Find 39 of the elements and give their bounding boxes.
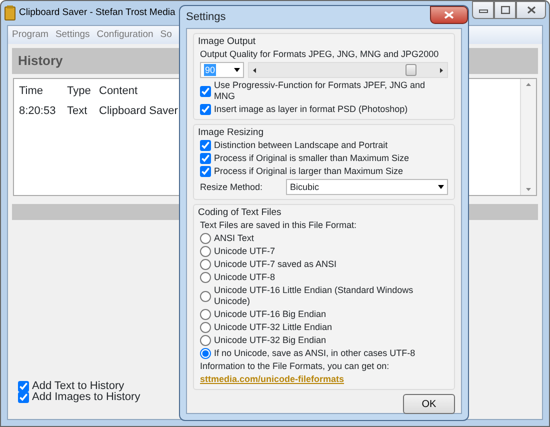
- option-label: Unicode UTF-7: [214, 246, 276, 257]
- column-header[interactable]: Type: [67, 82, 99, 100]
- menu-item[interactable]: Program: [9, 28, 52, 42]
- table-cell-text: Clipboard Saver: [99, 104, 178, 120]
- option-label: Unicode UTF-16 Big Endian: [214, 309, 326, 320]
- resize-method-dropdown[interactable]: Bicubic: [286, 179, 448, 195]
- option-label: Use Progressiv-Function for Formats JPEF, JNG and MNG: [214, 80, 426, 102]
- option-label: Unicode UTF-8: [214, 272, 276, 283]
- option-label: Unicode UTF-16 Little Endian (Standard Windows Unicode): [214, 285, 414, 307]
- option-label: Unicode UTF-32 Big Endian: [214, 335, 326, 346]
- prompt-text: Text Files are saved in this File Format:: [200, 220, 358, 231]
- option-label: Unicode UTF-7 saved as ANSI: [214, 259, 337, 270]
- option-label: ANSI Text: [214, 233, 254, 244]
- option-label: Distinction between Landscape and Portrait: [214, 140, 388, 151]
- quality-dropdown[interactable]: 90: [200, 62, 244, 78]
- option-label: Process if Original is smaller than Maximum Size: [214, 153, 410, 164]
- link[interactable]: sttmedia.com/unicode-fileformats: [200, 374, 344, 385]
- group-title: Image Resizing: [198, 127, 264, 138]
- table-cell-text: Text: [67, 104, 88, 120]
- column-header[interactable]: Time: [19, 82, 67, 100]
- option-label: Insert image as layer in format PSD (Photoshop): [214, 104, 408, 115]
- field-label: Resize Method:: [200, 182, 264, 192]
- dialog-title: Settings: [186, 12, 226, 22]
- field-label: Output Quality for Formats JPEG, JNG, MNG and JPG2000: [200, 49, 440, 60]
- option-label: Process if Original is larger than Maximum Size: [214, 166, 404, 177]
- group-title: Image Output: [198, 36, 257, 47]
- menu-item[interactable]: Settings: [52, 28, 93, 42]
- menu-item[interactable]: So: [157, 28, 175, 42]
- info-text: Information to the File Formats, you can get on:: [200, 361, 390, 372]
- option-label: Unicode UTF-32 Little Endian: [214, 322, 332, 333]
- column-header[interactable]: Content: [99, 82, 138, 100]
- option-label: Add Text to History: [32, 381, 124, 392]
- window-title: Clipboard Saver - Stefan Trost Media: [19, 6, 176, 20]
- menu-item[interactable]: Configuration: [94, 28, 156, 42]
- option-label: Add Images to History: [32, 392, 140, 403]
- table-cell-text: 8:20:53: [19, 104, 57, 120]
- group-title: Coding of Text Files: [198, 207, 282, 218]
- ok-button[interactable]: OK: [403, 394, 455, 414]
- option-label: If no Unicode, save as ANSI, in other cases UTF-8: [214, 348, 416, 359]
